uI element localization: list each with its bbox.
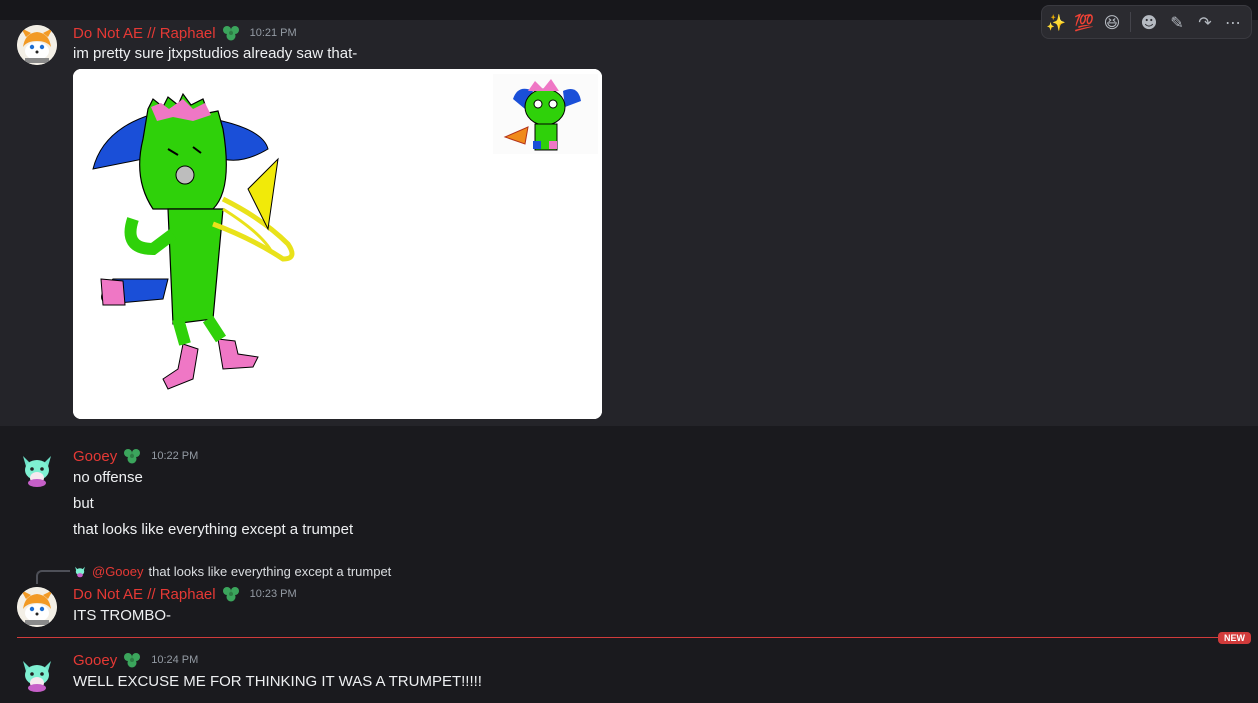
reply-preview[interactable]: @Gooey that looks like everything except… <box>73 563 391 579</box>
username[interactable]: Gooey <box>73 652 117 669</box>
message-text: that looks like everything except a trum… <box>73 521 354 538</box>
timestamp[interactable]: 10:21 PM <box>250 27 297 39</box>
avatar[interactable] <box>17 653 57 693</box>
message-4[interactable]: Gooey 10:24 PM WELL EXCUSE ME FOR THINKI… <box>0 645 1258 703</box>
timestamp[interactable]: 10:24 PM <box>151 654 198 666</box>
toolbar-divider <box>1130 12 1131 32</box>
more-icon[interactable]: ⋯ <box>1219 6 1247 38</box>
username[interactable]: Do Not AE // Raphael <box>73 25 216 42</box>
add-reaction-icon[interactable]: ☻ <box>1135 6 1163 38</box>
avatar[interactable] <box>17 448 57 488</box>
laughing-emoji-icon[interactable]: 😆 <box>1098 6 1126 38</box>
message-header: Do Not AE // Raphael 10:23 PM <box>73 584 297 604</box>
forward-icon[interactable]: ↷ <box>1191 6 1219 38</box>
sparkles-icon[interactable]: ✨ <box>1042 6 1070 38</box>
message-text: ITS TROMBO- <box>73 607 172 624</box>
message-text: WELL EXCUSE ME FOR THINKING IT WAS A TRU… <box>73 673 482 690</box>
timestamp[interactable]: 10:23 PM <box>250 588 297 600</box>
reply-avatar[interactable] <box>73 564 87 578</box>
reply-mention[interactable]: @Gooey <box>92 564 144 579</box>
role-badge-icon[interactable] <box>222 25 240 41</box>
message-2[interactable]: Gooey 10:22 PM no offense but that looks… <box>0 440 1258 550</box>
image-attachment[interactable] <box>73 69 602 419</box>
message-text: but <box>73 495 94 512</box>
username[interactable]: Do Not AE // Raphael <box>73 586 216 603</box>
message-header: Gooey 10:22 PM <box>73 446 198 466</box>
reply-text[interactable]: that looks like everything except a trum… <box>149 564 392 579</box>
role-badge-icon[interactable] <box>123 448 141 464</box>
message-text: no offense <box>73 469 143 486</box>
edit-icon[interactable]: ✎ <box>1163 6 1191 38</box>
avatar[interactable] <box>17 587 57 627</box>
message-text: im pretty sure jtxpstudios already saw t… <box>73 45 358 62</box>
new-badge: NEW <box>1218 632 1251 644</box>
hundred-points-icon[interactable]: 💯 <box>1070 6 1098 38</box>
role-badge-icon[interactable] <box>222 586 240 602</box>
avatar[interactable] <box>17 25 57 65</box>
message-header: Do Not AE // Raphael 10:21 PM <box>73 23 297 43</box>
message-3[interactable]: Do Not AE // Raphael 10:23 PM ITS TROMBO… <box>0 580 1258 630</box>
role-badge-icon[interactable] <box>123 652 141 668</box>
new-messages-divider <box>17 637 1225 638</box>
username[interactable]: Gooey <box>73 448 117 465</box>
message-1[interactable]: Do Not AE // Raphael 10:21 PM im pretty … <box>0 5 1258 426</box>
message-toolbar: ✨ 💯 😆 ☻ ✎ ↷ ⋯ <box>1041 5 1252 39</box>
timestamp[interactable]: 10:22 PM <box>151 450 198 462</box>
message-header: Gooey 10:24 PM <box>73 650 198 670</box>
